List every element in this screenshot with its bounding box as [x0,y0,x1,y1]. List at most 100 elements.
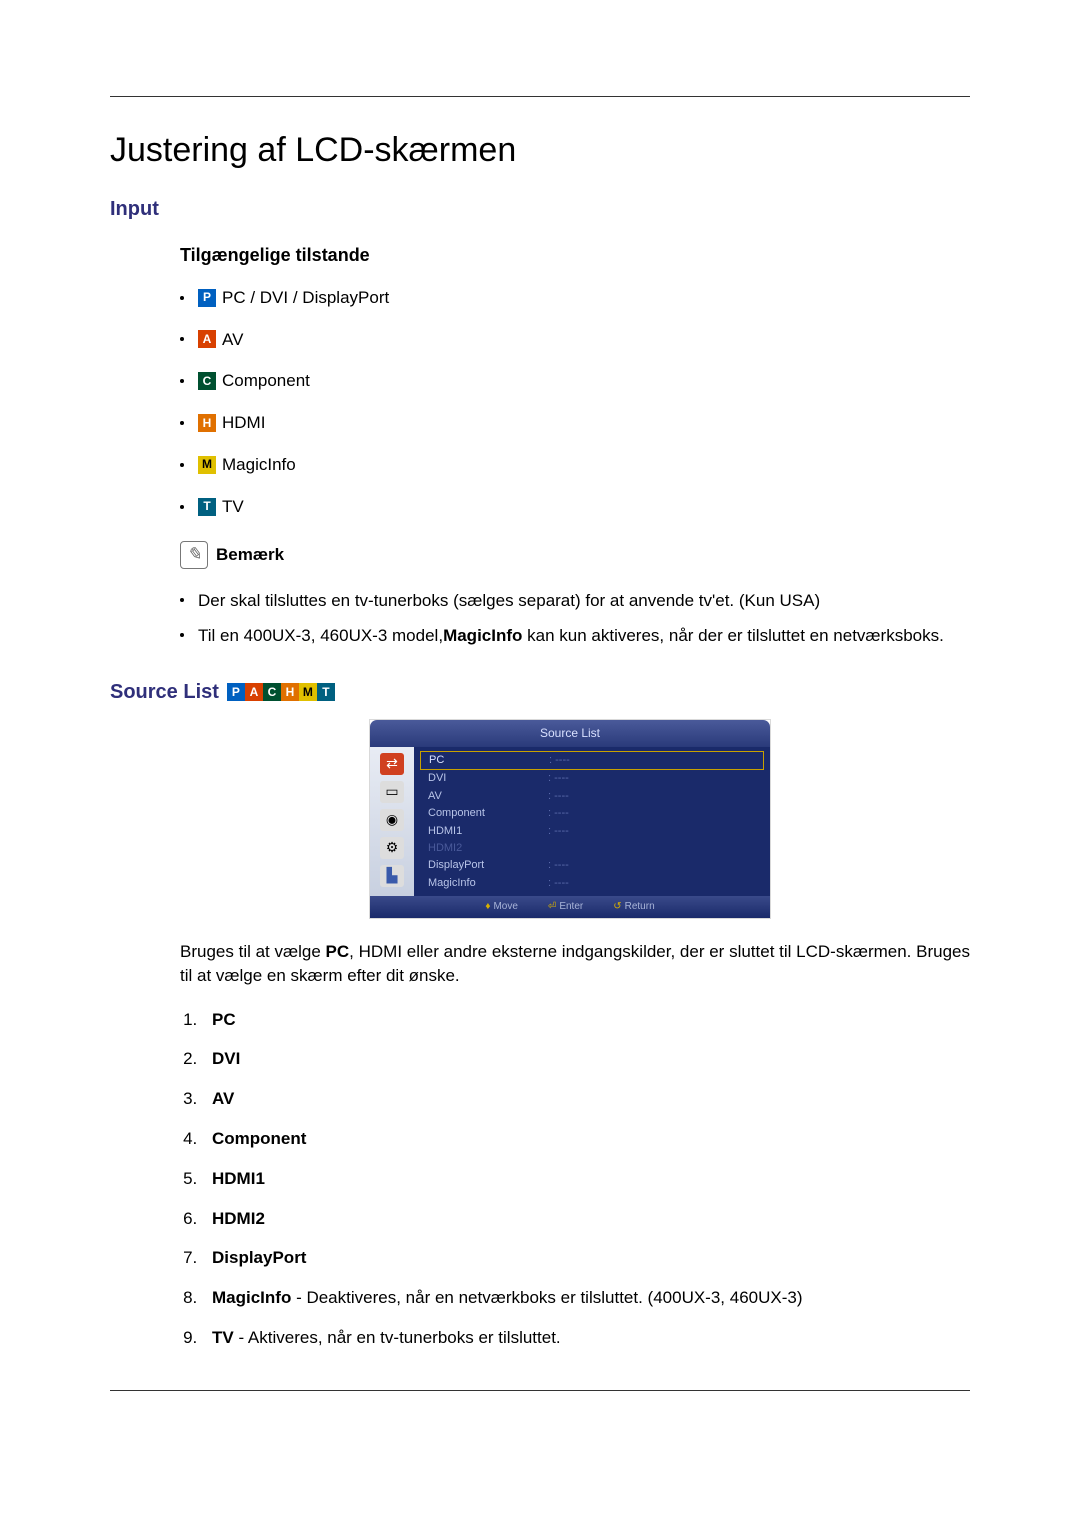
list-item: HDMI2 [202,1207,970,1231]
mode-icon-p: P [198,289,216,307]
input-block: Tilgængelige tilstande PPC / DVI / Displ… [180,243,970,649]
osd-side-icon: ▭ [380,781,404,803]
list-item-rest: - Deaktiveres, når en netværkboks er til… [291,1288,802,1307]
source-list-heading: Source List P A C H M T [110,678,970,706]
list-item-label: HDMI1 [212,1169,265,1188]
osd-footer-move: Move [493,901,517,912]
note-heading-row: ✎ Bemærk [180,541,970,569]
mode-label: PC / DVI / DisplayPort [222,286,389,310]
icon-strip: P A C H M T [227,683,335,701]
list-item-label: Component [212,1129,306,1148]
osd-side-icon: ⚙ [380,837,404,859]
osd-row: DisplayPort: ---- [420,857,764,874]
source-ordered-list: PC DVI AV Component HDMI1 HDMI2 DisplayP… [180,1008,970,1350]
osd-row-label: DisplayPort [428,858,548,873]
osd-row-label: MagicInfo [428,876,548,891]
strip-icon-m: M [299,683,317,701]
osd-row-value: : ---- [548,876,569,891]
mode-icon-a: A [198,330,216,348]
osd-row-value: : ---- [549,753,570,768]
strip-icon-h: H [281,683,299,701]
note-item: Der skal tilsluttes en tv-tunerboks (sæl… [180,589,970,613]
bullet-icon [180,337,184,341]
strip-icon-a: A [245,683,263,701]
usage-paragraph: Bruges til at vælge PC, HDMI eller andre… [180,940,970,988]
list-item: Component [202,1127,970,1151]
osd-sidebar: ⇄ ▭ ◉ ⚙ ▙ [370,747,414,896]
source-list-block: Bruges til at vælge PC, HDMI eller andre… [180,940,970,1350]
mode-label: AV [222,328,243,352]
note-text-part: Til en 400UX-3, 460UX-3 model, [198,626,443,645]
osd-row-label: HDMI2 [428,841,548,856]
list-item-label: DVI [212,1049,240,1068]
list-item-label: DisplayPort [212,1248,306,1267]
list-item-label: HDMI2 [212,1209,265,1228]
osd-row-label: DVI [428,771,548,786]
osd-row: Component: ---- [420,805,764,822]
note-text: Til en 400UX-3, 460UX-3 model,MagicInfo … [198,624,970,648]
mode-icon-c: C [198,372,216,390]
bullet-icon [180,505,184,509]
mode-icon-h: H [198,414,216,432]
mode-item: T TV [180,495,970,519]
mode-item: M MagicInfo [180,453,970,477]
bottom-rule [110,1390,970,1391]
page: Justering af LCD-skærmen Input Tilgængel… [0,0,1080,1391]
osd-row: DVI: ---- [420,770,764,787]
list-item: PC [202,1008,970,1032]
osd-row-value: : ---- [548,858,569,873]
osd-footer: ♦Move ⏎Enter ↺Return [370,896,770,918]
osd-row-label: PC [429,753,549,768]
mode-label: Component [222,369,310,393]
note-text-bold: MagicInfo [443,626,522,645]
note-text: Der skal tilsluttes en tv-tunerboks (sæl… [198,589,970,613]
note-text-part: kan kun aktiveres, når der er tilsluttet… [522,626,943,645]
mode-icon-t: T [198,498,216,516]
bullet-icon [180,598,184,602]
usage-text: Bruges til at vælge [180,942,326,961]
note-label: Bemærk [216,543,284,567]
list-item-bold: TV [212,1328,234,1347]
top-rule [110,96,970,97]
osd-row: AV: ---- [420,788,764,805]
strip-icon-c: C [263,683,281,701]
input-heading: Input [110,195,970,223]
list-item: AV [202,1087,970,1111]
osd-side-icon: ⇄ [380,753,404,775]
mode-item: P PC / DVI / DisplayPort [180,286,970,310]
osd-row-value: : ---- [548,771,569,786]
source-list-label: Source List [110,678,219,706]
bullet-icon [180,463,184,467]
list-item: DisplayPort [202,1246,970,1270]
osd-title: Source List [370,720,770,747]
list-item: TV - Aktiveres, når en tv-tunerboks er t… [202,1326,970,1350]
osd-row: PC: ---- [420,751,764,770]
osd-side-icon: ▙ [380,865,404,887]
list-item-rest: - Aktiveres, når en tv-tunerboks er tils… [234,1328,561,1347]
osd-side-icon: ◉ [380,809,404,831]
notes-list: Der skal tilsluttes en tv-tunerboks (sæl… [180,589,970,649]
list-item: MagicInfo - Deaktiveres, når en netværkb… [202,1286,970,1310]
usage-bold: PC [326,942,350,961]
bullet-icon [180,379,184,383]
mode-label: TV [222,495,244,519]
osd-row-value: : ---- [548,824,569,839]
osd-row-label: HDMI1 [428,824,548,839]
page-title: Justering af LCD-skærmen [110,127,970,175]
note-icon: ✎ [180,541,208,569]
osd-row-value: : ---- [548,806,569,821]
osd-row-label: AV [428,789,548,804]
mode-label: HDMI [222,411,265,435]
modes-list: P PC / DVI / DisplayPort A AV C Component H… [180,286,970,519]
osd-row-label: Component [428,806,548,821]
list-item: DVI [202,1047,970,1071]
list-item: HDMI1 [202,1167,970,1191]
mode-label: MagicInfo [222,453,296,477]
bullet-icon [180,296,184,300]
mode-icon-m: M [198,456,216,474]
osd-row: HDMI1: ---- [420,823,764,840]
note-item: Til en 400UX-3, 460UX-3 model,MagicInfo … [180,624,970,648]
osd-row: HDMI2 [420,840,764,857]
strip-icon-t: T [317,683,335,701]
osd-row-value: : ---- [548,789,569,804]
